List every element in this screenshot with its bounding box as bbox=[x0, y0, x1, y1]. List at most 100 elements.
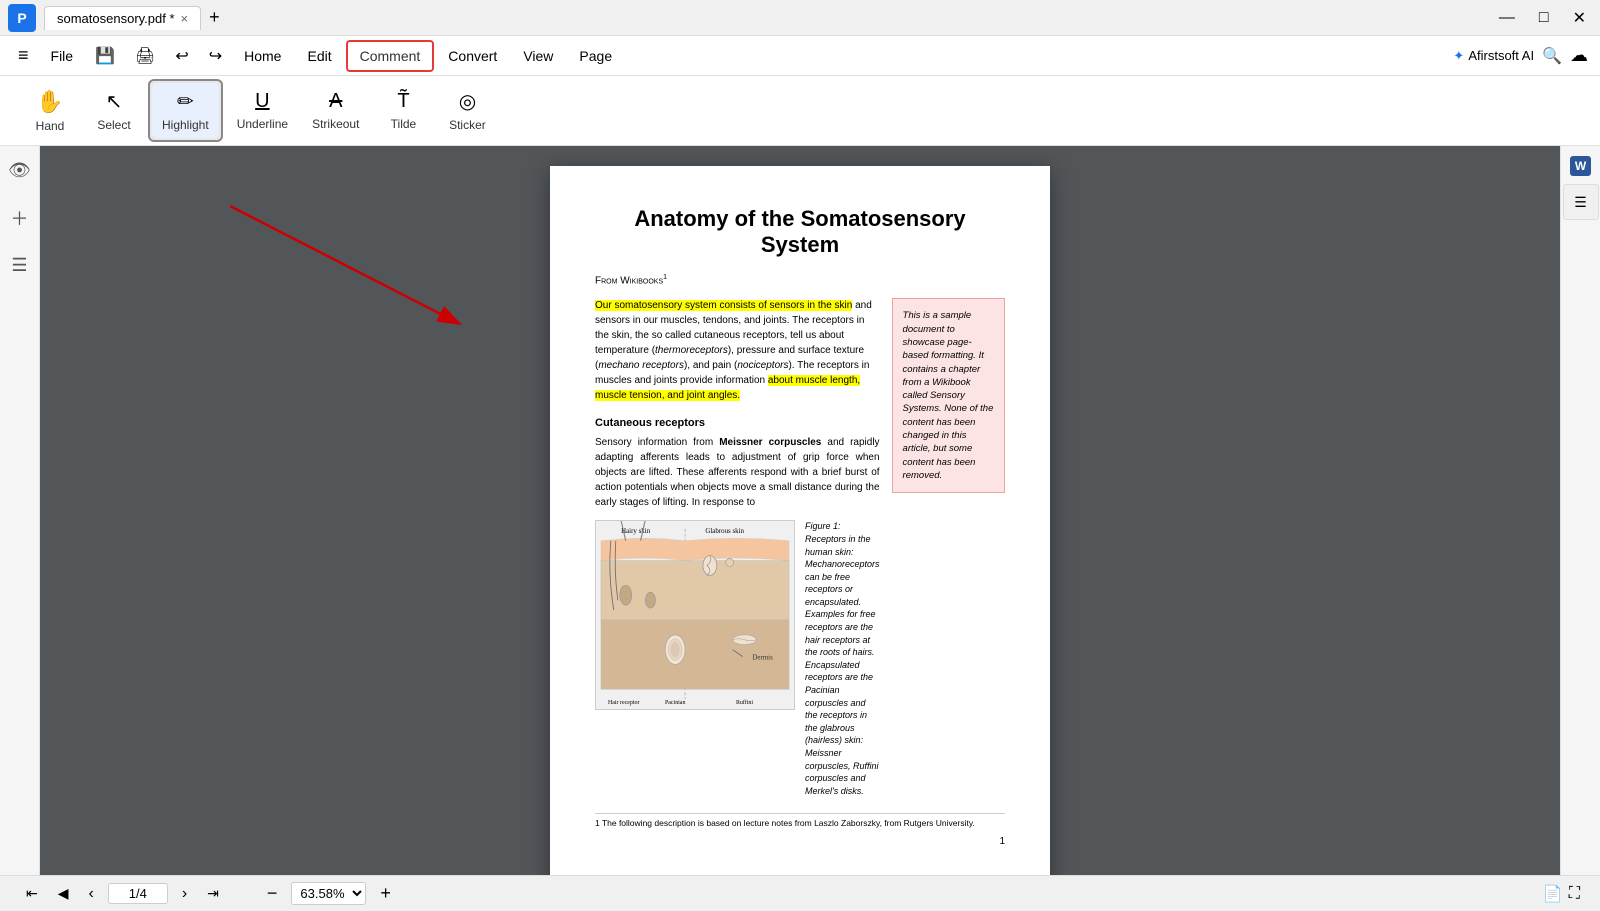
select-tool-button[interactable]: ↖ Select bbox=[84, 83, 144, 138]
underline-icon: U bbox=[255, 90, 269, 113]
last-page-button[interactable]: ⇥ bbox=[201, 883, 225, 904]
nav-view[interactable]: View bbox=[511, 42, 565, 70]
word-badge[interactable]: W bbox=[1570, 156, 1591, 176]
page-number: 1 bbox=[595, 836, 1005, 847]
skin-svg: Hairy skin Glabrous skin Epidermis bbox=[596, 520, 794, 710]
prev-page-button[interactable]: ◀ bbox=[52, 883, 75, 904]
file-menu[interactable]: File bbox=[43, 44, 82, 68]
thermoreceptors-text: thermoreceptors bbox=[655, 345, 728, 356]
first-page-button[interactable]: ⇤ bbox=[20, 883, 44, 904]
tilde-icon: T̃ bbox=[397, 90, 409, 113]
select-icon: ↖ bbox=[106, 89, 123, 114]
sidebar-view-icon[interactable]: 👁 bbox=[4, 156, 35, 185]
sticker-icon: ◎ bbox=[459, 89, 476, 114]
mechano-text: mechano receptors bbox=[598, 360, 684, 371]
highlight-tool-wrapper: ✏ Highlight bbox=[148, 79, 223, 142]
nav-page[interactable]: Page bbox=[567, 42, 624, 70]
bottom-right-controls: 📄 ⛶ bbox=[1543, 884, 1580, 904]
sidebar-add-icon[interactable]: ＋ bbox=[7, 201, 33, 235]
tab-filename: somatosensory.pdf * bbox=[57, 11, 175, 26]
minimize-button[interactable]: — bbox=[1493, 7, 1521, 29]
svg-text:Glabrous skin: Glabrous skin bbox=[705, 528, 744, 535]
strikeout-icon: A bbox=[329, 90, 342, 113]
svg-text:Hairy skin: Hairy skin bbox=[621, 528, 651, 535]
sticker-tool-button[interactable]: ◎ Sticker bbox=[437, 83, 497, 138]
hamburger-menu[interactable]: ≡ bbox=[12, 41, 35, 70]
pdf-source: From Wikibooks1 bbox=[595, 274, 1005, 286]
menu-right: ✦ Afirstsoft AI 🔍 ☁ bbox=[1453, 45, 1588, 66]
highlight-tool-button[interactable]: ✏ Highlight bbox=[152, 83, 219, 138]
title-bar: P somatosensory.pdf * × + — □ ✕ bbox=[0, 0, 1600, 36]
underline-label: Underline bbox=[237, 117, 288, 131]
hand-label: Hand bbox=[36, 119, 65, 133]
figure-area: Hairy skin Glabrous skin Epidermis bbox=[595, 520, 880, 797]
print-button[interactable]: 🖨 bbox=[129, 42, 161, 70]
pdf-title: Anatomy of the Somatosensory System bbox=[595, 206, 1005, 258]
ai-label: Afirstsoft AI bbox=[1468, 48, 1534, 63]
highlight-label: Highlight bbox=[162, 118, 209, 132]
undo-button[interactable]: ↩ bbox=[169, 42, 194, 70]
sticker-label: Sticker bbox=[449, 118, 486, 132]
footnote: 1 The following description is based on … bbox=[595, 813, 1005, 828]
app-logo: P bbox=[17, 10, 26, 26]
tilde-label: Tilde bbox=[391, 117, 417, 131]
page-input[interactable] bbox=[108, 883, 168, 904]
next-arrow-button[interactable]: › bbox=[176, 883, 193, 905]
pdf-main-column: Our somatosensory system consists of sen… bbox=[595, 298, 880, 797]
add-tab-button[interactable]: + bbox=[201, 3, 228, 32]
left-sidebar: 👁 ＋ ☰ bbox=[0, 146, 40, 875]
menu-navigation: Home Edit Comment Convert View Page bbox=[232, 40, 624, 72]
hand-tool-button[interactable]: ✋ Hand bbox=[20, 83, 80, 139]
nav-comment[interactable]: Comment bbox=[346, 40, 435, 72]
nav-home[interactable]: Home bbox=[232, 42, 293, 70]
close-window-button[interactable]: ✕ bbox=[1567, 6, 1592, 30]
strikeout-label: Strikeout bbox=[312, 117, 359, 131]
strikeout-tool-button[interactable]: A Strikeout bbox=[302, 84, 369, 137]
nav-convert[interactable]: Convert bbox=[436, 42, 509, 70]
svg-text:Dermis: Dermis bbox=[752, 655, 773, 662]
close-tab-icon[interactable]: × bbox=[181, 11, 189, 26]
cloud-icon[interactable]: ☁ bbox=[1570, 45, 1588, 66]
comment-toolbar: ✋ Hand ↖ Select ✏ Highlight U Underline … bbox=[0, 76, 1600, 146]
maximize-button[interactable]: □ bbox=[1533, 7, 1555, 29]
nociceptors-text: nociceptors bbox=[737, 360, 788, 371]
title-bar-left: P somatosensory.pdf * × + bbox=[8, 3, 228, 32]
redo-button[interactable]: ↪ bbox=[203, 42, 228, 70]
content-area[interactable]: Anatomy of the Somatosensory System From… bbox=[40, 146, 1560, 875]
bottom-bar: ⇤ ◀ ‹ › ⇥ − 63.58% 50% 75% 100% 125% 150… bbox=[0, 875, 1600, 911]
zoom-level-select[interactable]: 63.58% 50% 75% 100% 125% 150% bbox=[291, 882, 366, 905]
menu-left: ≡ File 💾 🖨 ↩ ↪ bbox=[12, 41, 228, 70]
right-sidebar: W ☰ bbox=[1560, 146, 1600, 875]
tilde-tool-button[interactable]: T̃ Tilde bbox=[373, 84, 433, 137]
svg-text:Hair receptor: Hair receptor bbox=[608, 700, 640, 706]
select-label: Select bbox=[97, 118, 130, 132]
skin-diagram: Hairy skin Glabrous skin Epidermis bbox=[595, 520, 795, 710]
paragraph-1: Our somatosensory system consists of sen… bbox=[595, 298, 880, 403]
highlight-icon: ✏ bbox=[177, 89, 194, 114]
hand-icon: ✋ bbox=[36, 89, 63, 115]
title-bar-controls: — □ ✕ bbox=[1493, 6, 1592, 30]
main-area: 👁 ＋ ☰ Anatomy of the Somatosensory Syste… bbox=[0, 146, 1600, 875]
svg-text:Pacinian: Pacinian bbox=[665, 700, 685, 706]
paragraph-text-3: ), and pain ( bbox=[684, 360, 737, 371]
highlighted-sentence-1: Our somatosensory system consists of sen… bbox=[595, 300, 852, 311]
zoom-in-button[interactable]: + bbox=[374, 881, 397, 906]
prev-arrow-button[interactable]: ‹ bbox=[83, 883, 100, 905]
underline-tool-button[interactable]: U Underline bbox=[227, 84, 298, 137]
sidebar-list-icon[interactable]: ☰ bbox=[7, 251, 31, 280]
menu-bar: ≡ File 💾 🖨 ↩ ↪ Home Edit Comment Convert… bbox=[0, 36, 1600, 76]
zoom-out-button[interactable]: − bbox=[261, 881, 284, 906]
save-button[interactable]: 💾 bbox=[89, 42, 121, 70]
nav-edit[interactable]: Edit bbox=[295, 42, 343, 70]
fullscreen-icon[interactable]: ⛶ bbox=[1569, 885, 1580, 903]
active-tab[interactable]: somatosensory.pdf * × bbox=[44, 6, 201, 30]
ai-button[interactable]: ✦ Afirstsoft AI bbox=[1453, 48, 1534, 64]
cutaneous-heading: Cutaneous receptors bbox=[595, 417, 880, 429]
search-icon[interactable]: 🔍 bbox=[1542, 46, 1562, 66]
svg-text:Ruffini: Ruffini bbox=[736, 699, 753, 706]
panel-icon: ☰ bbox=[1574, 194, 1587, 211]
ai-icon: ✦ bbox=[1453, 48, 1464, 64]
pdf-body: Our somatosensory system consists of sen… bbox=[595, 298, 1005, 797]
save-doc-icon[interactable]: 📄 bbox=[1543, 884, 1563, 904]
right-panel-icon[interactable]: ☰ bbox=[1563, 184, 1599, 220]
